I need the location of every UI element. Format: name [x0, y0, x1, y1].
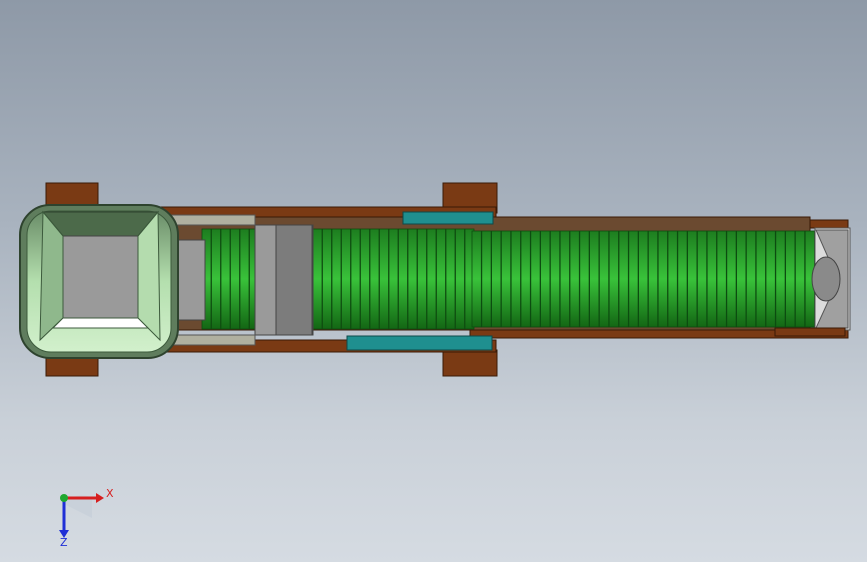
roller: [687, 230, 698, 328]
roller: [341, 228, 351, 330]
roller: [530, 230, 541, 328]
roller: [436, 228, 446, 330]
roller: [677, 230, 688, 328]
roller: [795, 230, 806, 328]
roller: [657, 230, 668, 328]
roller: [736, 230, 747, 328]
roller: [398, 228, 408, 330]
roller: [510, 230, 521, 328]
roller: [716, 230, 727, 328]
roller: [471, 230, 482, 328]
x-arrow-icon: [96, 493, 104, 503]
roller: [388, 228, 399, 330]
roller: [369, 228, 380, 330]
roller: [785, 230, 796, 328]
roller: [481, 230, 492, 328]
graphics-viewport[interactable]: X Z: [0, 0, 867, 562]
roller: [628, 230, 639, 328]
roller: [331, 228, 342, 330]
roller: [500, 230, 512, 328]
x-axis-label: X: [106, 487, 114, 500]
conveyor-model-view[interactable]: [0, 0, 867, 562]
roller: [220, 228, 231, 330]
roller: [726, 230, 737, 328]
roller: [579, 230, 590, 328]
roller: [407, 228, 418, 330]
roller: [230, 228, 240, 330]
roller: [559, 230, 570, 328]
roller: [322, 228, 332, 330]
roller: [697, 230, 708, 328]
roller: [540, 230, 551, 328]
roller: [667, 230, 678, 328]
z-axis-label: Z: [60, 536, 68, 548]
roller: [706, 230, 717, 328]
roller: [775, 230, 786, 328]
roller: [491, 230, 502, 328]
roller: [312, 228, 323, 330]
orientation-triad: X Z: [40, 478, 120, 549]
feed-hopper: [19, 204, 179, 359]
roller: [417, 228, 427, 330]
roller: [426, 228, 437, 330]
y-axis-icon: [60, 494, 68, 502]
roller: [755, 230, 766, 328]
roller: [360, 228, 370, 330]
roller: [608, 230, 619, 328]
roller: [350, 228, 361, 330]
roller: [648, 230, 659, 328]
roller: [765, 230, 776, 328]
roller: [599, 230, 610, 328]
roller: [589, 230, 600, 328]
roller: [638, 230, 649, 328]
roller: [455, 228, 465, 330]
roller: [569, 230, 580, 328]
roller: [211, 228, 221, 330]
roller: [618, 230, 629, 328]
roller: [746, 230, 757, 328]
roller: [550, 230, 561, 328]
roller: [445, 228, 456, 330]
roller: [379, 228, 389, 330]
roller: [520, 230, 531, 328]
roller: [239, 228, 250, 330]
